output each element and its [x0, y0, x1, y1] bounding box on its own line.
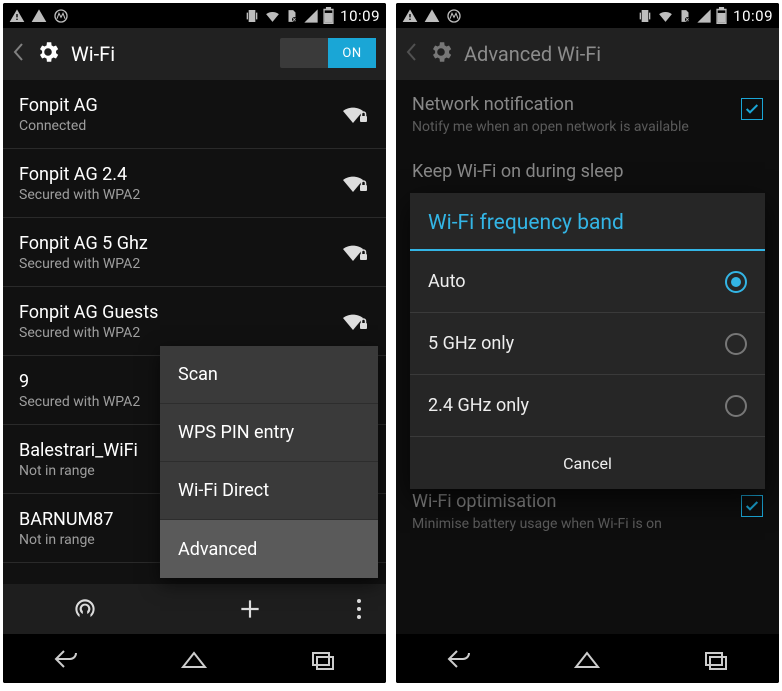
warning-icon: [402, 8, 418, 24]
battery-icon: [716, 7, 727, 24]
gear-icon: [428, 39, 454, 69]
moto-logo-icon: [446, 8, 462, 24]
clock: 10:09: [340, 7, 380, 25]
back-chevron-icon[interactable]: [406, 43, 416, 65]
warning-icon: [424, 8, 440, 24]
network-name: Fonpit AG: [19, 95, 98, 116]
wifi-icon: [264, 7, 281, 24]
network-name: Fonpit AG 5 Ghz: [19, 233, 148, 254]
sim-icon: [678, 8, 692, 24]
sim-icon: [285, 8, 299, 24]
wifi-signal-icon: [340, 311, 370, 331]
page-title: Advanced Wi-Fi: [464, 42, 601, 66]
menu-item[interactable]: Scan: [160, 346, 378, 404]
phone-right: 10:09 Advanced Wi-Fi Network notificatio…: [396, 3, 779, 683]
dialog-cancel-button[interactable]: Cancel: [410, 437, 765, 489]
home-button[interactable]: [547, 634, 627, 683]
wifi-signal-icon: [340, 173, 370, 193]
network-status: Secured with WPA2: [19, 394, 140, 410]
dialog-option[interactable]: 2.4 GHz only: [410, 375, 765, 437]
warning-icon: [31, 8, 47, 24]
network-name: BARNUM87: [19, 509, 114, 530]
recents-button[interactable]: [282, 634, 362, 683]
recents-button[interactable]: [675, 634, 755, 683]
wps-button[interactable]: [3, 584, 168, 634]
page-title: Wi-Fi: [71, 42, 115, 66]
network-name: 9: [19, 371, 140, 392]
dialog-title: Wi-Fi frequency band: [410, 193, 765, 249]
signal-icon: [303, 8, 319, 24]
back-button[interactable]: [27, 634, 107, 683]
nav-bar: [396, 634, 779, 683]
network-status: Not in range: [19, 463, 138, 479]
back-button[interactable]: [420, 634, 500, 683]
network-name: Fonpit AG 2.4: [19, 164, 140, 185]
network-name: Fonpit AG Guests: [19, 302, 158, 323]
network-status: Connected: [19, 118, 98, 134]
toggle-on-label: ON: [328, 38, 376, 68]
action-bar: [3, 584, 386, 634]
option-label: 5 GHz only: [428, 333, 514, 354]
dialog-option[interactable]: Auto: [410, 251, 765, 313]
overflow-menu: ScanWPS PIN entryWi-Fi DirectAdvanced: [160, 346, 378, 578]
status-bar: 10:09: [396, 3, 779, 28]
wifi-icon: [657, 7, 674, 24]
home-button[interactable]: [154, 634, 234, 683]
radio-icon: [725, 395, 747, 417]
battery-icon: [323, 7, 334, 24]
wifi-toggle[interactable]: ON: [280, 38, 376, 68]
phone-left: 10:09 Wi-Fi ON Fonpit AG Connected Fonpi…: [3, 3, 386, 683]
app-header: Wi-Fi ON: [3, 28, 386, 80]
menu-item[interactable]: Advanced: [160, 520, 378, 578]
radio-icon: [725, 333, 747, 355]
add-network-button[interactable]: [168, 584, 333, 634]
option-label: Auto: [428, 271, 466, 292]
status-bar: 10:09: [3, 3, 386, 28]
vibrate-icon: [244, 8, 260, 24]
frequency-band-dialog: Wi-Fi frequency band Auto 5 GHz only 2.4…: [410, 193, 765, 489]
menu-item[interactable]: Wi-Fi Direct: [160, 462, 378, 520]
nav-bar: [3, 634, 386, 683]
app-header: Advanced Wi-Fi: [396, 28, 779, 80]
warning-icon: [9, 8, 25, 24]
radio-icon: [725, 271, 747, 293]
wifi-network-row[interactable]: Fonpit AG 2.4 Secured with WPA2: [3, 149, 386, 218]
option-label: 2.4 GHz only: [428, 395, 529, 416]
back-chevron-icon[interactable]: [13, 43, 23, 65]
moto-logo-icon: [53, 8, 69, 24]
gear-icon: [35, 39, 61, 69]
wifi-signal-icon: [340, 104, 370, 124]
network-status: Secured with WPA2: [19, 187, 140, 203]
clock: 10:09: [733, 7, 773, 25]
wifi-network-row[interactable]: Fonpit AG Connected: [3, 80, 386, 149]
network-status: Secured with WPA2: [19, 256, 148, 272]
network-status: Not in range: [19, 532, 114, 548]
wifi-signal-icon: [340, 242, 370, 262]
network-name: Balestrari_WiFi: [19, 440, 138, 461]
dialog-scrim[interactable]: Wi-Fi frequency band Auto 5 GHz only 2.4…: [396, 80, 779, 634]
menu-item[interactable]: WPS PIN entry: [160, 404, 378, 462]
network-status: Secured with WPA2: [19, 325, 158, 341]
wifi-network-row[interactable]: Fonpit AG 5 Ghz Secured with WPA2: [3, 218, 386, 287]
signal-icon: [696, 8, 712, 24]
overflow-button[interactable]: [332, 584, 386, 634]
dialog-option[interactable]: 5 GHz only: [410, 313, 765, 375]
vibrate-icon: [637, 8, 653, 24]
